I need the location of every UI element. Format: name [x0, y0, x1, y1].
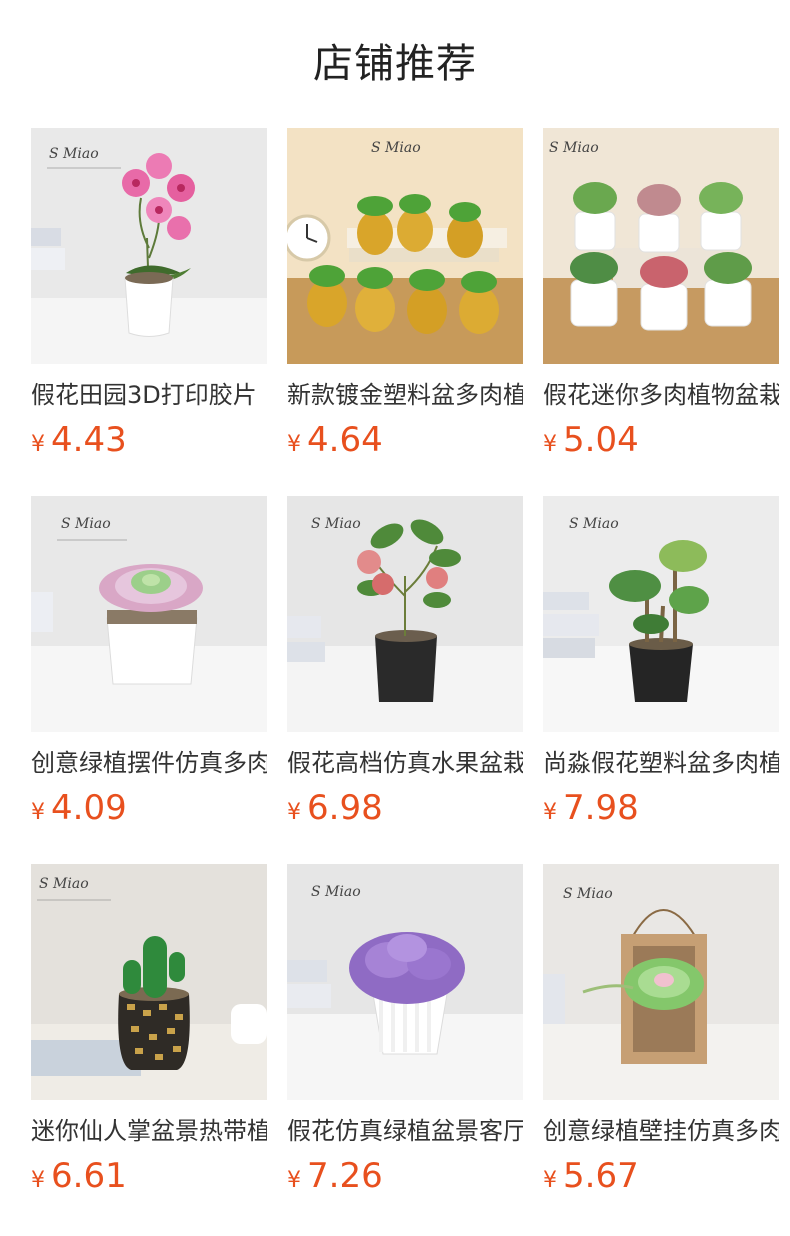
- svg-text:S Miao: S Miao: [311, 516, 361, 532]
- svg-text:S Miao: S Miao: [49, 146, 99, 162]
- product-image[interactable]: S Miao: [543, 864, 779, 1100]
- product-name[interactable]: 迷你仙人掌盆景热带植: [31, 1116, 267, 1146]
- price-value: 5.67: [563, 1156, 639, 1196]
- price-value: 4.09: [51, 788, 127, 828]
- product-image[interactable]: S Miao: [543, 128, 779, 364]
- currency-symbol: ¥: [543, 432, 557, 457]
- product-card[interactable]: S Miao 迷你仙人掌盆景热带植 ¥ 6.61: [31, 864, 267, 1232]
- svg-text:S Miao: S Miao: [39, 876, 89, 892]
- product-image[interactable]: S Miao: [31, 496, 267, 732]
- svg-text:S Miao: S Miao: [371, 140, 421, 156]
- product-price: ¥7.26: [287, 1156, 523, 1202]
- product-price: ¥4.09: [31, 788, 267, 834]
- product-card[interactable]: S Miao 假花仿真绿植盆景客厅 ¥7.26: [287, 864, 523, 1232]
- price-value: 7.26: [307, 1156, 383, 1196]
- product-price: ¥6.61: [31, 1156, 267, 1202]
- product-price: ¥5.67: [543, 1156, 779, 1202]
- product-card[interactable]: S Miao: [543, 128, 779, 496]
- currency-symbol: ¥: [287, 432, 301, 457]
- price-value: 4.64: [307, 420, 383, 460]
- currency-symbol: ¥: [543, 800, 557, 825]
- page-title: 店铺推荐: [313, 41, 477, 87]
- price-value: 5.04: [563, 420, 639, 460]
- price-value: 6.98: [307, 788, 383, 828]
- price-value: 6.61: [51, 1156, 127, 1196]
- product-card[interactable]: S Miao 创意绿植壁挂仿真多肉 ¥5.67: [543, 864, 779, 1232]
- svg-text:S Miao: S Miao: [563, 886, 613, 902]
- product-card[interactable]: S Miao: [287, 128, 523, 496]
- price-value: 7.98: [563, 788, 639, 828]
- product-card[interactable]: S Miao 假花高档仿真水果盆栽 ¥ 6.98: [287, 496, 523, 864]
- currency-symbol: ¥: [287, 1168, 301, 1193]
- currency-symbol: ¥: [543, 1168, 557, 1193]
- product-name[interactable]: 新款镀金塑料盆多肉植: [287, 380, 523, 410]
- svg-text:S Miao: S Miao: [61, 516, 111, 532]
- product-card[interactable]: S Miao 假花田园3D打印胶片 ¥ 4.43: [31, 128, 267, 496]
- shop-recommend-page: 店铺推荐 S Miao 假花田园3D打印胶片 ¥ 4.43 S Miao 新款镀…: [0, 0, 790, 1236]
- product-price: ¥6.98: [287, 788, 523, 834]
- product-name[interactable]: 假花仿真绿植盆景客厅: [287, 1116, 523, 1146]
- currency-symbol: ¥: [31, 432, 45, 457]
- currency-symbol: ¥: [31, 1168, 45, 1193]
- product-image[interactable]: S Miao: [287, 864, 523, 1100]
- product-price: ¥7.98: [543, 788, 779, 834]
- svg-text:S Miao: S Miao: [311, 884, 361, 900]
- product-name[interactable]: 假花迷你多肉植物盆栽: [543, 380, 779, 410]
- price-value: 4.43: [51, 420, 127, 460]
- product-image[interactable]: S Miao: [31, 864, 267, 1100]
- product-image[interactable]: S Miao: [543, 496, 779, 732]
- product-image[interactable]: S Miao: [287, 496, 523, 732]
- svg-text:S Miao: S Miao: [569, 516, 619, 532]
- svg-text:S Miao: S Miao: [549, 140, 599, 156]
- product-card[interactable]: S Miao 创意绿植摆件仿真多肉 ¥4.09: [31, 496, 267, 864]
- product-image[interactable]: S Miao: [287, 128, 523, 364]
- product-name[interactable]: 假花田园3D打印胶片: [31, 380, 267, 410]
- product-grid: S Miao 假花田园3D打印胶片 ¥ 4.43 S Miao 新款镀金塑料盆多…: [31, 128, 781, 1232]
- product-price: ¥4.43: [31, 420, 267, 466]
- product-image[interactable]: S Miao: [31, 128, 267, 364]
- product-price: ¥5.04: [543, 420, 779, 466]
- product-name[interactable]: 创意绿植壁挂仿真多肉: [543, 1116, 779, 1146]
- product-name[interactable]: 尚淼假花塑料盆多肉植: [543, 748, 779, 778]
- currency-symbol: ¥: [287, 800, 301, 825]
- product-card[interactable]: S Miao 尚淼假花塑料盆多肉植 ¥7.98: [543, 496, 779, 864]
- currency-symbol: ¥: [31, 800, 45, 825]
- product-name[interactable]: 假花高档仿真水果盆栽: [287, 748, 523, 778]
- product-name[interactable]: 创意绿植摆件仿真多肉: [31, 748, 267, 778]
- product-price: ¥4.64: [287, 420, 523, 466]
